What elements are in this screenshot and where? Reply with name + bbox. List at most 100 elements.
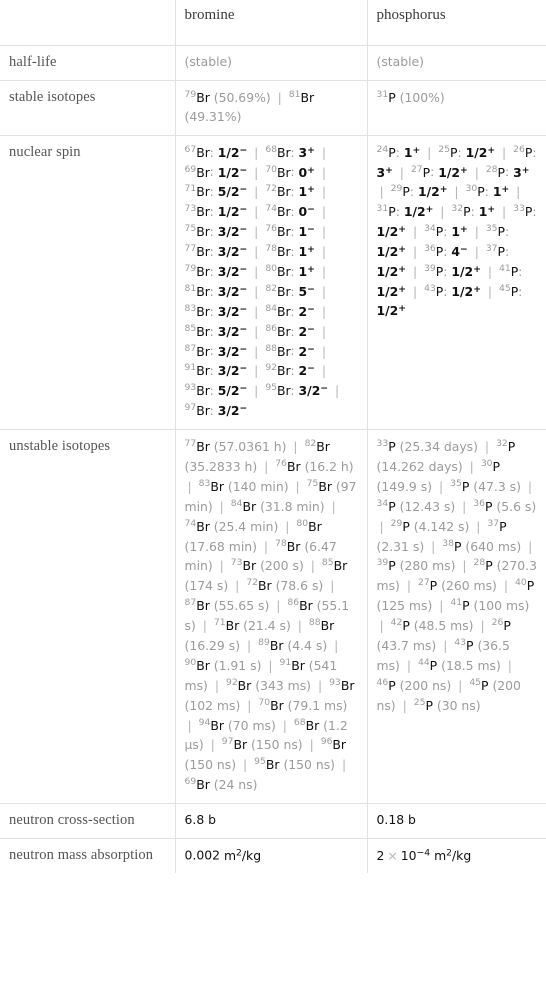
spin-value: 0+ [298,164,315,180]
element-symbol: P [388,439,396,455]
isotope-symbol: 39P [424,263,443,279]
element-symbol: Br [196,164,210,180]
isotope-symbol: 82Br [265,282,290,299]
mass-number: 89 [258,636,270,648]
isotope-colon: : [290,383,295,399]
element-symbol: Br [320,618,335,634]
item-separator: | [321,184,327,200]
item-separator: | [462,558,467,574]
isotope-symbol: 92Br [226,677,251,693]
spin-sign: + [385,164,393,176]
mass-number: 72 [265,183,278,195]
isotope-value: (18.5 ms) [441,657,501,673]
isotope-symbol: 67Br [185,144,210,160]
element-symbol: Br [265,757,280,773]
item-separator: | [412,263,418,279]
mass-number: 82 [265,282,278,294]
isotope-colon: : [505,244,510,260]
mass-number: 31 [376,88,389,100]
item-separator: | [235,578,240,594]
item-separator: | [317,677,323,693]
isotope-colon: : [290,204,295,220]
cell-phosphorus-half-life: (stable) [366,45,546,81]
item-separator: | [247,697,252,713]
isotope-symbol: 35P [486,223,505,239]
isotope-colon: : [470,204,475,220]
mass-number: 85 [321,557,334,569]
cell-bromine-unstable-isotopes: 77Br (57.0361 h) | 82Br (35.2833 h) | 76… [174,429,368,805]
mass-number: 27 [417,577,430,589]
element-symbol: Br [270,697,284,713]
mass-number: 42 [390,617,403,629]
item-separator: | [282,717,287,733]
item-separator: | [439,598,444,614]
item-separator: | [321,323,327,339]
mass-number: 26 [491,617,504,629]
item-separator: | [254,343,259,359]
isotope-symbol: 71Br [214,617,239,633]
item-separator: | [458,677,463,693]
item-separator: | [462,498,467,514]
isotope-symbol: 37P [486,243,505,259]
isotope-colon: : [290,343,295,359]
isotope-symbol: 88Br [265,342,290,358]
isotope-symbol: 77Br [185,243,210,259]
isotope-colon: : [443,224,448,240]
mass-number: 95 [254,756,266,768]
isotope-symbol: 97Br [185,402,210,418]
isotope-symbol: 77Br [185,438,210,454]
element-symbol: Br [305,717,320,733]
spin-sign: − [320,383,329,395]
element-symbol: Br [277,224,291,240]
element-symbol: Br [242,558,257,574]
isotope-colon: : [209,343,214,359]
item-separator: | [440,204,445,220]
element-symbol: Br [242,498,257,514]
isotope-value: (4.4 s) [287,638,328,653]
spin-value: 1/2− [217,204,248,220]
isotope-value: (149.9 s) [376,478,433,494]
spin-sign: + [425,204,434,216]
isotope-symbol: 72Br [246,577,271,593]
item-separator: | [474,224,479,240]
isotope-symbol: 86Br [265,323,291,339]
isotope-colon: : [209,383,214,399]
isotope-colon: : [443,283,448,299]
isotope-value: (343 ms) [255,677,312,693]
isotope-value: (200 s) [260,558,304,574]
isotope-symbol: 44P [418,657,437,673]
item-separator: | [321,283,327,299]
element-symbol: Br [277,164,291,180]
isotope-symbol: 37P [487,518,506,534]
mass-number: 80 [296,517,309,529]
item-separator: | [297,618,302,634]
isotope-symbol: 76Br [275,458,300,474]
mass-number: 41 [450,597,463,609]
mass-number: 81 [288,88,301,100]
item-separator: | [412,224,418,240]
isotope-symbol: 35P [450,478,469,494]
cell-bromine-neutron-mass-absorption: 0.002 m2/kg [174,837,368,874]
isotope-value: (125 ms) [376,598,433,614]
spin-value: 1+ [298,263,315,279]
spin-value: 3+ [376,164,393,180]
spin-value: 1/2− [217,144,248,160]
isotope-value: (25.34 days) [399,439,478,455]
row-label-neutron-cross-section: neutron cross-section [0,803,176,839]
isotope-colon: : [209,363,214,379]
item-separator: | [264,458,269,474]
isotope-colon: : [395,204,400,220]
item-separator: | [187,478,192,494]
spin-value: 1/2+ [403,204,434,220]
header-phosphorus: phosphorus [366,0,546,46]
spin-value: 3/2− [217,224,248,240]
element-symbol: Br [277,363,291,379]
element-symbol: Br [196,283,210,299]
mass-number: 78 [275,537,287,549]
element-symbol: Br [277,323,291,339]
isotope-value: (2.31 s) [376,538,425,554]
mass-number: 40 [515,577,527,589]
item-separator: | [254,263,259,279]
isotope-colon: : [505,224,510,240]
spin-value: 1/2+ [376,224,406,240]
